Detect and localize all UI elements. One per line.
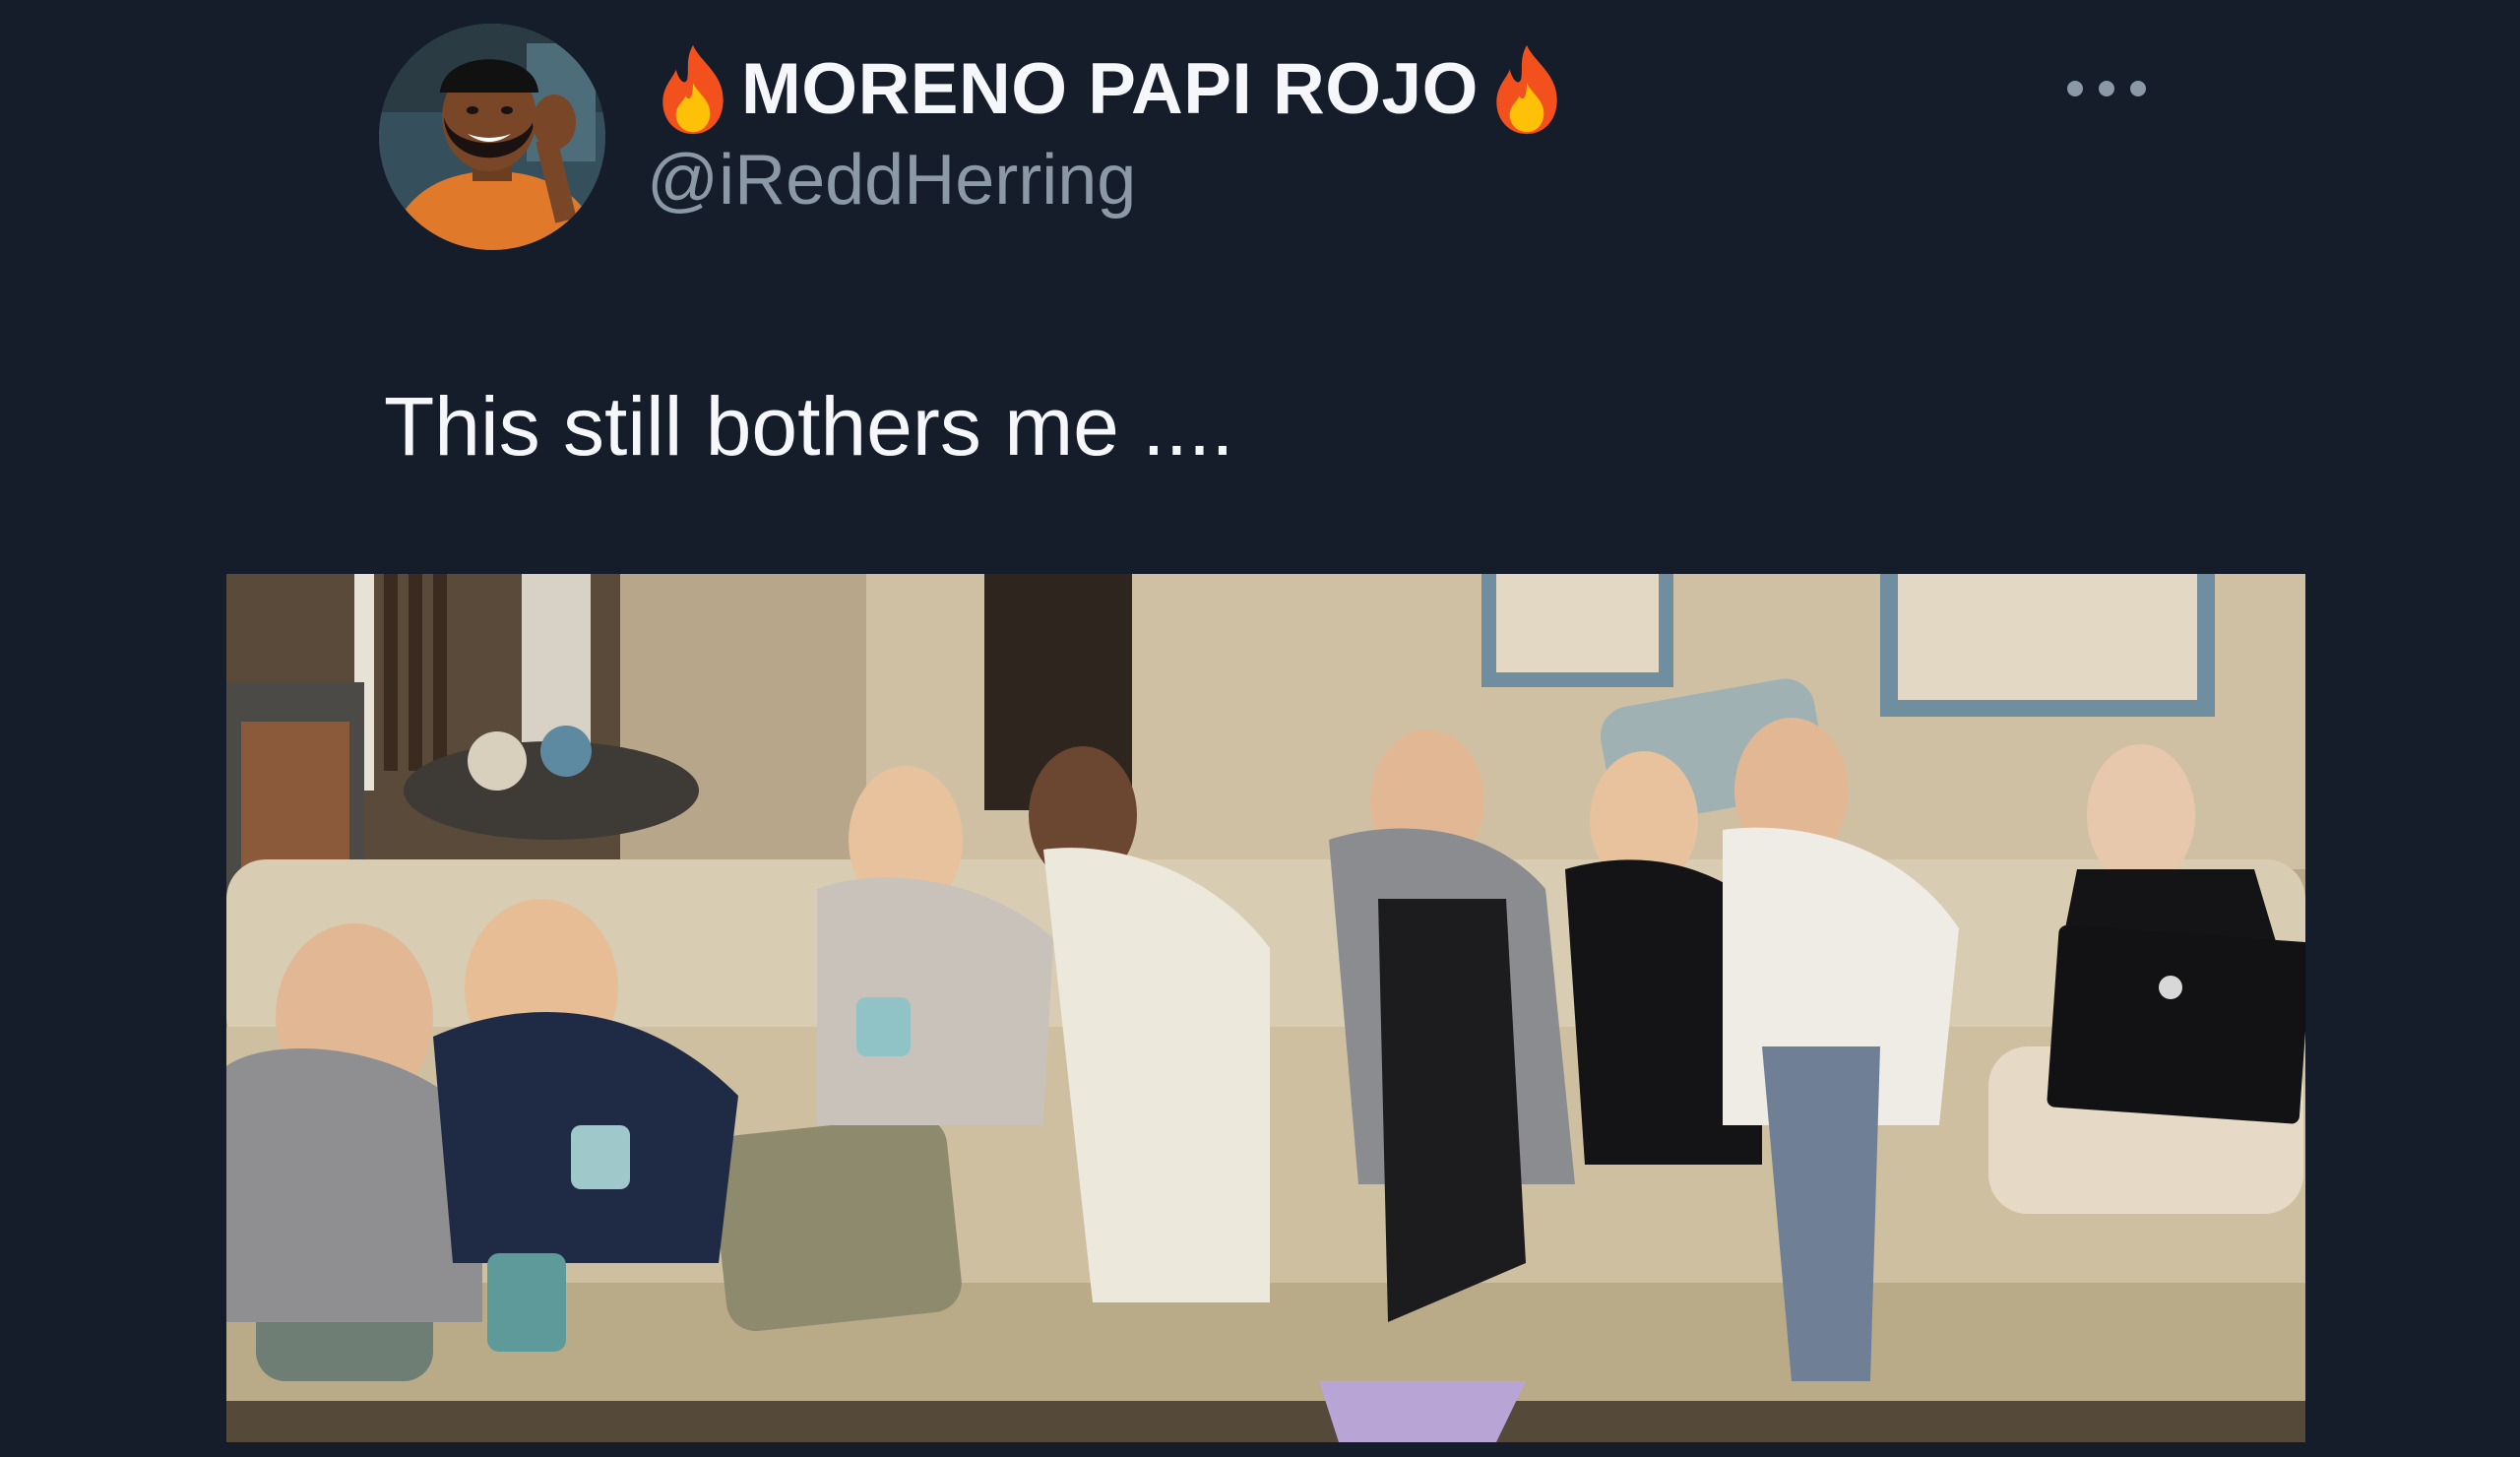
tweet-text: This still bothers me .... [384,380,1234,473]
more-options-button[interactable] [2067,75,2146,102]
photo-women-on-couch [226,574,2305,1442]
display-name[interactable]: MORENO PAPI ROJO [741,48,1479,130]
user-handle[interactable]: @iReddHerring [647,140,1136,221]
more-horizontal-icon-dot [2099,81,2114,96]
tweet-media-photo[interactable] [226,574,2305,1442]
avatar-photo [379,24,605,250]
display-name-row[interactable]: MORENO PAPI ROJO [655,39,1565,138]
avatar[interactable] [379,24,605,250]
tweet-card: MORENO PAPI ROJO @iReddHerring This stil… [0,0,2520,1457]
fire-icon [1488,41,1565,136]
fire-icon [655,41,731,136]
more-horizontal-icon-dot [2130,81,2146,96]
more-horizontal-icon [2067,81,2083,96]
